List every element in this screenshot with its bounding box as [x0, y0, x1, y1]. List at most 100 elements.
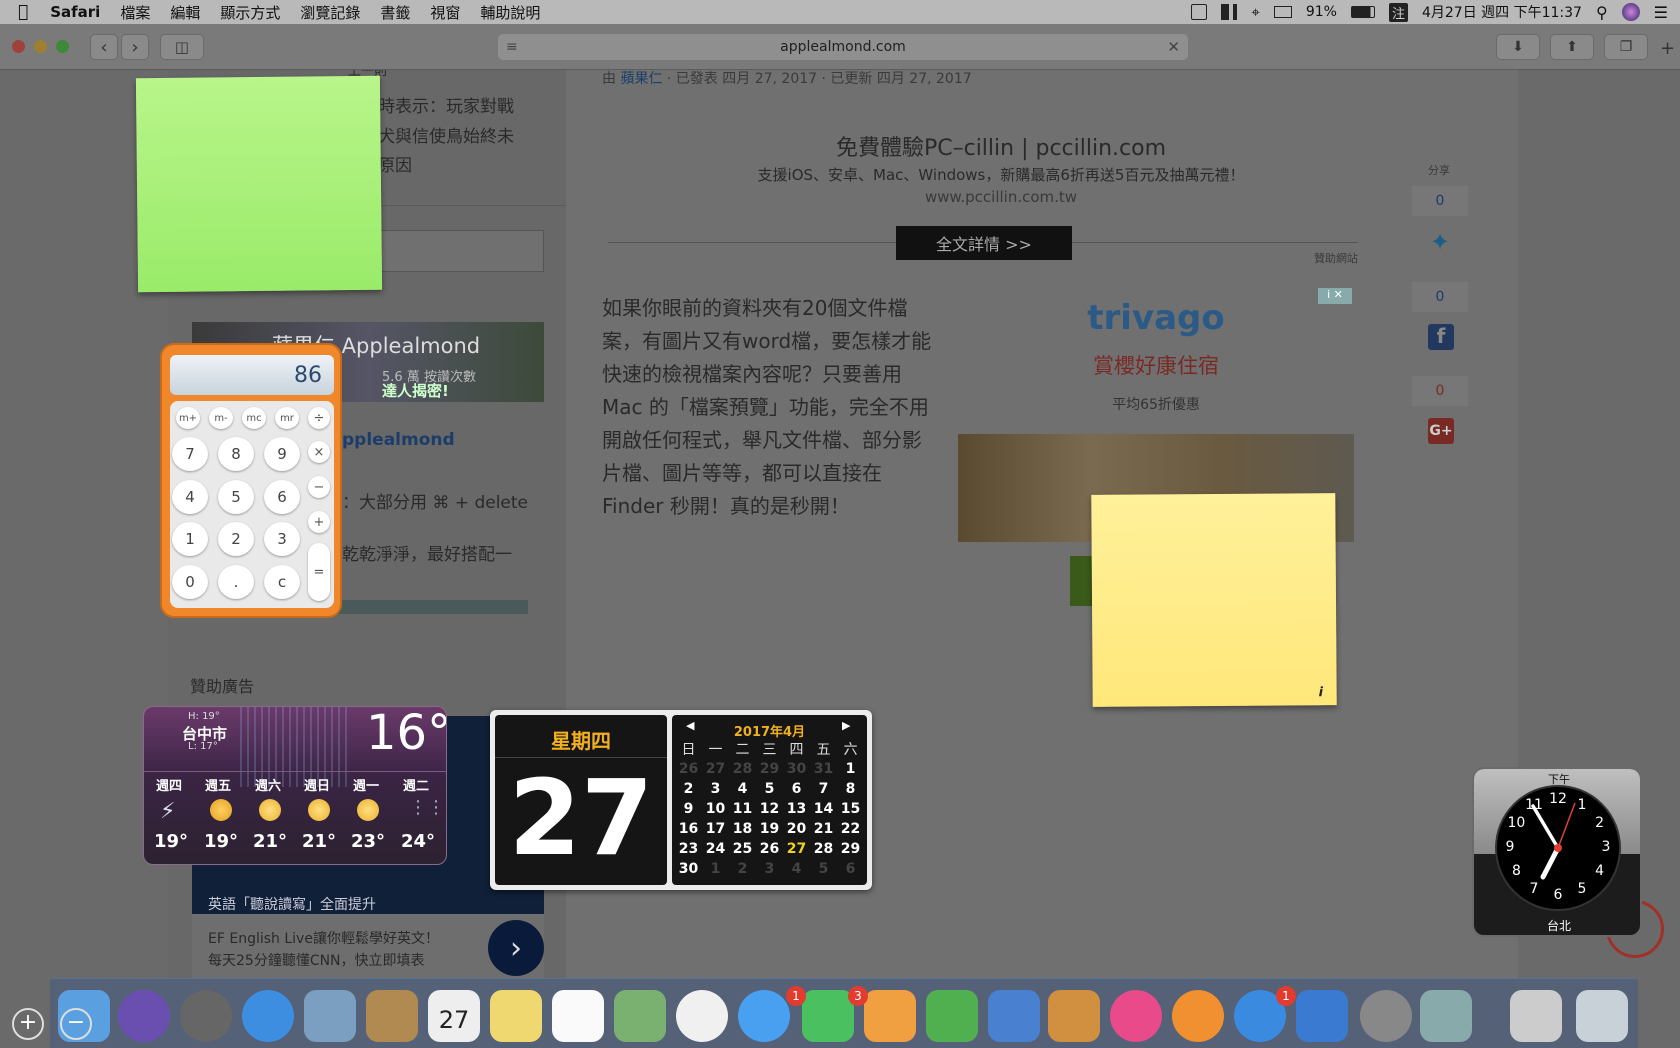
calendar-day-cell[interactable]: 9	[675, 801, 702, 817]
calendar-day-cell[interactable]: 31	[810, 761, 837, 777]
calendar-day-cell[interactable]: 15	[837, 801, 864, 817]
stop-loading-icon[interactable]: ✕	[1167, 38, 1180, 56]
maps-icon[interactable]	[614, 990, 666, 1042]
reminders-icon[interactable]	[552, 990, 604, 1042]
calendar-day-cell[interactable]: 18	[729, 821, 756, 837]
calendar-day-cell[interactable]: 25	[729, 841, 756, 857]
calendar-day-cell[interactable]: 21	[810, 821, 837, 837]
prev-post-text-3[interactable]: 原因	[378, 151, 412, 176]
menu-view[interactable]: 顯示方式	[220, 2, 280, 23]
calendar-day-cell[interactable]: 17	[702, 821, 729, 837]
image-capture-icon[interactable]	[1420, 990, 1472, 1042]
key-4[interactable]: 4	[172, 480, 208, 514]
key-clear[interactable]: c	[264, 565, 300, 599]
preview-icon[interactable]	[304, 990, 356, 1042]
sticky-note-yellow[interactable]: i	[1091, 493, 1337, 707]
tip-text-1[interactable]: ：大部分用 ⌘ + delete	[342, 488, 528, 513]
downloads-stack-icon[interactable]	[1510, 990, 1562, 1042]
facetime-icon[interactable]	[802, 990, 854, 1042]
calendar-day-cell[interactable]: 27	[783, 841, 810, 857]
key-memory-minus[interactable]: m-	[209, 407, 233, 429]
key-memory-recall[interactable]: mr	[275, 407, 299, 429]
address-bar[interactable]: ≡ applealmond.com ✕	[498, 34, 1188, 60]
notification-center-icon[interactable]: ☰	[1654, 3, 1668, 22]
key-equals[interactable]: =	[308, 543, 330, 601]
next-month-button[interactable]: ▶	[842, 719, 850, 732]
key-minus[interactable]: −	[308, 476, 330, 498]
pccillin-ad-title[interactable]: 免費體驗PC–cillin | pccillin.com	[566, 130, 1436, 162]
siri-menu-icon[interactable]	[1621, 3, 1640, 21]
calendar-icon[interactable]: 27	[428, 990, 480, 1042]
sticky-info-button[interactable]: i	[1319, 685, 1324, 700]
tabs-overview-button[interactable]: ❐	[1604, 34, 1648, 60]
key-3[interactable]: 3	[264, 522, 300, 556]
calendar-day-cell[interactable]: 11	[729, 801, 756, 817]
airplay-icon[interactable]	[1273, 6, 1292, 18]
calendar-day-cell[interactable]: 8	[837, 781, 864, 797]
safari-icon[interactable]	[242, 990, 294, 1042]
key-decimal[interactable]: .	[218, 565, 254, 599]
cursor-icon[interactable]	[1191, 4, 1208, 20]
calendar-day-cell[interactable]: 12	[756, 801, 783, 817]
xcode-icon[interactable]	[1296, 990, 1348, 1042]
pages-icon[interactable]	[864, 990, 916, 1042]
menu-app-name[interactable]: Safari	[50, 3, 100, 21]
key-5[interactable]: 5	[218, 480, 254, 514]
calendar-day-cell[interactable]: 1	[837, 761, 864, 777]
key-7[interactable]: 7	[172, 437, 208, 471]
remove-widget-button[interactable]: −	[60, 1008, 92, 1040]
key-1[interactable]: 1	[172, 522, 208, 556]
calendar-day-cell[interactable]: 3	[702, 781, 729, 797]
key-0[interactable]: 0	[172, 565, 208, 599]
calendar-day-cell[interactable]: 7	[810, 781, 837, 797]
keynote-icon[interactable]	[988, 990, 1040, 1042]
key-memory-plus[interactable]: m+	[176, 407, 200, 429]
calendar-day-cell[interactable]: 20	[783, 821, 810, 837]
menu-bookmarks[interactable]: 書籤	[380, 2, 410, 23]
key-plus[interactable]: +	[308, 511, 330, 533]
twitter-share-icon[interactable]: ✦	[1426, 228, 1454, 256]
facebook-share-icon[interactable]: f	[1428, 324, 1454, 350]
trash-icon[interactable]	[1576, 990, 1628, 1042]
itunes-icon[interactable]	[1110, 990, 1162, 1042]
ad-card[interactable]: EF English Live讓你輕鬆學好英文！ 每天25分鐘聽懂CNN，快立即…	[192, 914, 544, 980]
spotlight-icon[interactable]: ⚲	[1596, 3, 1608, 22]
key-8[interactable]: 8	[218, 437, 254, 471]
launchpad-icon[interactable]	[180, 990, 232, 1042]
sidebar-search-input[interactable]	[380, 230, 544, 272]
menu-edit[interactable]: 編輯	[170, 2, 200, 23]
key-divide[interactable]: ÷	[308, 407, 330, 429]
tip-text-2[interactable]: 乾乾淨淨，最好搭配一	[342, 540, 512, 565]
siri-icon[interactable]	[118, 990, 170, 1042]
key-6[interactable]: 6	[264, 480, 300, 514]
menu-help[interactable]: 輔助說明	[480, 2, 540, 23]
calendar-day-cell[interactable]: 13	[783, 801, 810, 817]
calendar-day-cell[interactable]: 3	[756, 861, 783, 877]
forward-button[interactable]: ›	[121, 34, 149, 60]
calendar-day-cell[interactable]: 5	[756, 781, 783, 797]
calendar-day-cell[interactable]: 22	[837, 821, 864, 837]
minimize-window-button[interactable]	[34, 40, 47, 53]
calendar-day-cell[interactable]: 16	[675, 821, 702, 837]
sticky-note-green[interactable]	[135, 75, 383, 293]
photos-icon[interactable]	[676, 990, 728, 1042]
calendar-day-cell[interactable]: 23	[675, 841, 702, 857]
calendar-day-cell[interactable]: 28	[729, 761, 756, 777]
add-widget-button[interactable]: +	[12, 1008, 44, 1040]
calendar-day-cell[interactable]: 30	[783, 761, 810, 777]
calendar-day-cell[interactable]: 1	[702, 861, 729, 877]
key-multiply[interactable]: ×	[308, 441, 330, 463]
messages-icon[interactable]	[738, 990, 790, 1042]
weather-widget[interactable]: H: 19° 台中市 L: 17° 16° 週四 週五 週六 週日 週一 週二 …	[143, 706, 447, 865]
calendar-day-cell[interactable]: 10	[702, 801, 729, 817]
applealmond-brand[interactable]: pplealmond	[342, 430, 455, 450]
calendar-day-cell[interactable]: 19	[756, 821, 783, 837]
numbers-icon[interactable]	[926, 990, 978, 1042]
author-link[interactable]: 蘋果仁	[620, 71, 662, 87]
calendar-day-cell[interactable]: 27	[702, 761, 729, 777]
menu-window[interactable]: 視窗	[430, 2, 460, 23]
google-plus-share-icon[interactable]: G+	[1428, 418, 1454, 444]
key-memory-clear[interactable]: mc	[242, 407, 266, 429]
calendar-day-cell[interactable]: 29	[837, 841, 864, 857]
apple-icon[interactable]: 	[18, 2, 28, 22]
